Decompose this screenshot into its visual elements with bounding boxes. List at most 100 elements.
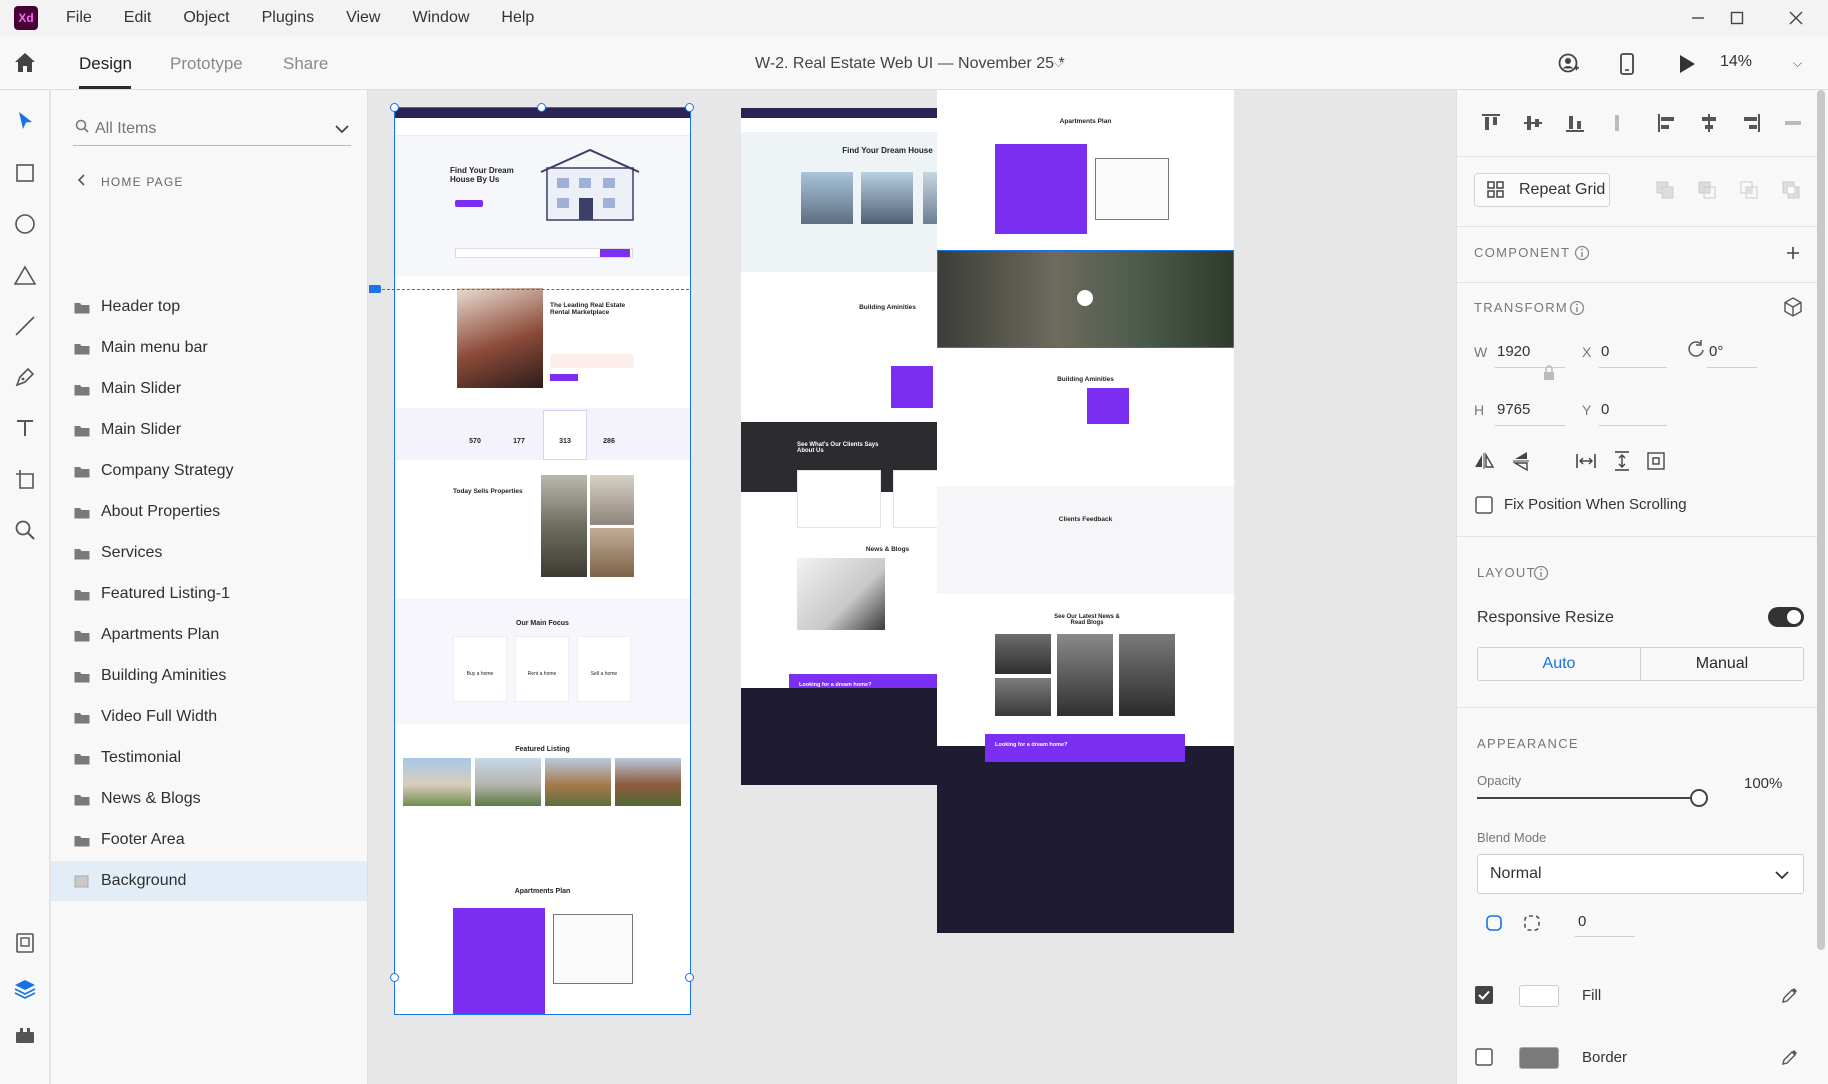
resize-handle[interactable] bbox=[685, 103, 694, 112]
corner-radius-field[interactable]: 0 bbox=[1578, 913, 1586, 930]
layer-item[interactable]: Video Full Width bbox=[51, 697, 367, 737]
rotation-field[interactable]: 0° bbox=[1709, 343, 1723, 360]
search-input[interactable] bbox=[95, 119, 325, 138]
chevron-down-icon[interactable]: ⌵ bbox=[1793, 56, 1802, 71]
resize-auto-button[interactable]: Auto bbox=[1478, 648, 1641, 680]
layer-item[interactable]: Background bbox=[51, 861, 367, 901]
layer-item[interactable]: Featured Listing-1 bbox=[51, 574, 367, 614]
artboard-tool[interactable] bbox=[12, 466, 38, 492]
zoom-level[interactable]: 14% bbox=[1720, 53, 1752, 71]
layer-item[interactable]: Services bbox=[51, 533, 367, 573]
flip-vertical-button[interactable] bbox=[1508, 448, 1534, 474]
responsive-resize-toggle[interactable] bbox=[1768, 607, 1804, 627]
distribute-spacing-h-button[interactable] bbox=[1573, 448, 1599, 474]
design-canvas[interactable]: Find Your Dream House By Us The Leading … bbox=[369, 90, 1456, 1084]
fill-eyedropper-button[interactable] bbox=[1777, 982, 1803, 1008]
corner-radius-individual-button[interactable] bbox=[1519, 910, 1545, 936]
assets-panel-button[interactable] bbox=[12, 930, 38, 956]
menu-help[interactable]: Help bbox=[485, 9, 550, 27]
home-button[interactable] bbox=[12, 50, 40, 76]
align-right-button[interactable] bbox=[1738, 110, 1764, 136]
opacity-value[interactable]: 100% bbox=[1744, 775, 1782, 792]
resize-handle[interactable] bbox=[390, 103, 399, 112]
distribute-horizontal-button[interactable] bbox=[1780, 110, 1806, 136]
menu-window[interactable]: Window bbox=[396, 9, 485, 27]
layers-panel-button[interactable] bbox=[12, 976, 38, 1002]
layer-item[interactable]: Main menu bar bbox=[51, 328, 367, 368]
opacity-slider-knob[interactable] bbox=[1690, 789, 1708, 807]
layer-item[interactable]: Building Aminities bbox=[51, 656, 367, 696]
width-field[interactable]: 1920 bbox=[1497, 343, 1530, 360]
device-preview-button[interactable] bbox=[1613, 50, 1641, 78]
menu-file[interactable]: File bbox=[50, 9, 108, 27]
scroll-handle[interactable] bbox=[369, 285, 381, 293]
align-center-button[interactable] bbox=[1696, 110, 1722, 136]
tab-share[interactable]: Share bbox=[283, 54, 328, 74]
layer-item[interactable]: Main Slider bbox=[51, 410, 367, 450]
layer-item[interactable]: About Properties bbox=[51, 492, 367, 532]
tab-prototype[interactable]: Prototype bbox=[170, 54, 243, 74]
fit-content-button[interactable] bbox=[1643, 448, 1669, 474]
chevron-down-icon[interactable]: ⌵ bbox=[1054, 56, 1063, 71]
info-icon[interactable] bbox=[1528, 560, 1554, 586]
blend-mode-select[interactable]: Normal bbox=[1477, 854, 1804, 894]
boolean-exclude-button[interactable] bbox=[1778, 177, 1804, 203]
properties-scrollbar[interactable] bbox=[1817, 90, 1825, 950]
info-icon[interactable] bbox=[1569, 240, 1595, 266]
ellipse-tool[interactable] bbox=[12, 211, 38, 237]
height-field[interactable]: 9765 bbox=[1497, 401, 1530, 418]
info-icon[interactable] bbox=[1564, 295, 1590, 321]
select-tool[interactable] bbox=[12, 108, 38, 134]
close-window-button[interactable] bbox=[1768, 4, 1824, 32]
x-field[interactable]: 0 bbox=[1601, 343, 1609, 360]
resize-handle[interactable] bbox=[537, 103, 546, 112]
chevron-down-icon[interactable] bbox=[335, 121, 349, 139]
add-component-button[interactable] bbox=[1780, 240, 1806, 266]
resize-handle[interactable] bbox=[390, 973, 399, 982]
share-user-button[interactable] bbox=[1555, 50, 1583, 78]
polygon-tool[interactable] bbox=[12, 262, 38, 288]
layer-item[interactable]: Main Slider bbox=[51, 369, 367, 409]
align-left-button[interactable] bbox=[1654, 110, 1680, 136]
lock-aspect-button[interactable] bbox=[1536, 360, 1562, 386]
document-title[interactable]: W-2. Real Estate Web UI — November 25 * bbox=[755, 55, 1065, 73]
layer-item[interactable]: Company Strategy bbox=[51, 451, 367, 491]
layer-item[interactable]: Testimonial bbox=[51, 738, 367, 778]
align-top-button[interactable] bbox=[1478, 110, 1504, 136]
fill-checkbox[interactable] bbox=[1471, 982, 1497, 1008]
boolean-add-button[interactable] bbox=[1652, 177, 1678, 203]
flip-horizontal-button[interactable] bbox=[1471, 448, 1497, 474]
repeat-grid-button[interactable]: Repeat Grid bbox=[1474, 173, 1610, 207]
pen-tool[interactable] bbox=[12, 364, 38, 390]
resize-handle[interactable] bbox=[685, 973, 694, 982]
layer-item[interactable]: Apartments Plan bbox=[51, 615, 367, 655]
distribute-vertical-button[interactable] bbox=[1604, 110, 1630, 136]
preview-play-button[interactable] bbox=[1673, 50, 1701, 78]
zoom-tool[interactable] bbox=[12, 517, 38, 543]
boolean-intersect-button[interactable] bbox=[1736, 177, 1762, 203]
artboard-home-page[interactable]: Find Your Dream House By Us The Leading … bbox=[395, 108, 690, 1014]
text-tool[interactable] bbox=[12, 415, 38, 441]
layer-item[interactable]: Footer Area bbox=[51, 820, 367, 860]
menu-view[interactable]: View bbox=[330, 9, 396, 27]
3d-transform-button[interactable] bbox=[1780, 294, 1806, 320]
layers-search[interactable] bbox=[73, 112, 351, 146]
menu-plugins[interactable]: Plugins bbox=[246, 9, 330, 27]
menu-edit[interactable]: Edit bbox=[108, 9, 168, 27]
align-bottom-button[interactable] bbox=[1562, 110, 1588, 136]
corner-radius-all-button[interactable] bbox=[1481, 910, 1507, 936]
line-tool[interactable] bbox=[12, 313, 38, 339]
menu-object[interactable]: Object bbox=[167, 9, 245, 27]
border-eyedropper-button[interactable] bbox=[1777, 1044, 1803, 1070]
fill-color-swatch[interactable] bbox=[1519, 985, 1559, 1007]
layer-item[interactable]: Header top bbox=[51, 287, 367, 327]
breadcrumb[interactable]: HOME PAGE bbox=[77, 174, 184, 189]
chevron-left-icon[interactable] bbox=[77, 174, 85, 189]
border-checkbox[interactable] bbox=[1471, 1044, 1497, 1070]
artboard-home-page-3[interactable]: Apartments Plan Building Aminities Clien… bbox=[937, 90, 1234, 933]
y-field[interactable]: 0 bbox=[1601, 401, 1609, 418]
resize-manual-button[interactable]: Manual bbox=[1641, 648, 1803, 680]
fix-position-checkbox[interactable] bbox=[1471, 492, 1497, 518]
border-color-swatch[interactable] bbox=[1519, 1047, 1559, 1069]
align-middle-button[interactable] bbox=[1520, 110, 1546, 136]
